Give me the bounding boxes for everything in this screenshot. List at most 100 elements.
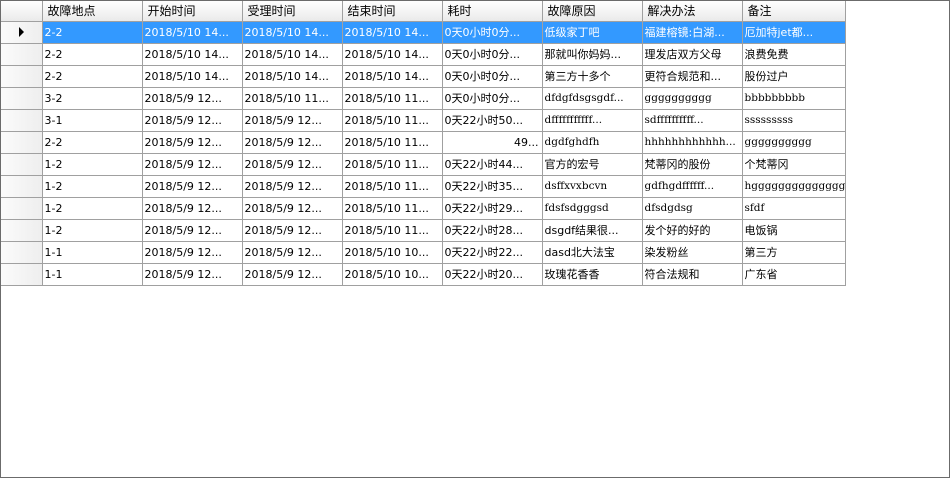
row-header[interactable]	[1, 263, 43, 286]
cell-place[interactable]: 2-2	[42, 131, 143, 154]
cell-accept[interactable]: 2018/5/10 14...	[242, 21, 343, 44]
row-header[interactable]	[1, 153, 43, 176]
cell-accept[interactable]: 2018/5/10 14...	[242, 43, 343, 66]
cell-place[interactable]: 2-2	[42, 65, 143, 88]
cell-place[interactable]: 2-2	[42, 43, 143, 66]
cell-end[interactable]: 2018/5/10 11...	[342, 175, 443, 198]
cell-cause[interactable]: dfdgfdsgsgdf...	[542, 87, 643, 110]
table-row[interactable]: 3-1 2018/5/9 12... 2018/5/9 12... 2018/5/10…	[1, 109, 847, 132]
cell-cause[interactable]: 那就叫你妈妈...	[542, 43, 643, 66]
column-header-start-time[interactable]: 开始时间	[142, 1, 243, 22]
column-header-cause[interactable]: 故障原因	[542, 1, 643, 22]
column-header-accept-time[interactable]: 受理时间	[242, 1, 343, 22]
cell-note[interactable]: hgggggggggggggg	[742, 175, 847, 198]
cell-start[interactable]: 2018/5/9 12...	[142, 241, 243, 264]
cell-elapsed[interactable]: 0天22小时28...	[442, 219, 543, 242]
cell-place[interactable]: 1-2	[42, 153, 143, 176]
cell-accept[interactable]: 2018/5/9 12...	[242, 263, 343, 286]
table-row[interactable]: 1-2 2018/5/9 12... 2018/5/9 12... 2018/5/10…	[1, 197, 847, 220]
row-header[interactable]	[1, 65, 43, 88]
cell-solution[interactable]: 更符合规范和...	[642, 65, 743, 88]
column-header-solution[interactable]: 解决办法	[642, 1, 743, 22]
cell-start[interactable]: 2018/5/9 12...	[142, 131, 243, 154]
cell-accept[interactable]: 2018/5/9 12...	[242, 241, 343, 264]
cell-elapsed[interactable]: 0天0小时0分...	[442, 65, 543, 88]
cell-end[interactable]: 2018/5/10 11...	[342, 153, 443, 176]
cell-place[interactable]: 1-1	[42, 241, 143, 264]
cell-solution[interactable]: gggggggggg	[642, 87, 743, 110]
cell-end[interactable]: 2018/5/10 10...	[342, 241, 443, 264]
cell-note[interactable]: 电饭锅	[742, 219, 847, 242]
cell-note[interactable]: sfdf	[742, 197, 847, 220]
cell-solution[interactable]: 福建榕镜:白湖...	[642, 21, 743, 44]
row-header[interactable]	[1, 219, 43, 242]
corner-header[interactable]	[1, 1, 43, 22]
cell-start[interactable]: 2018/5/10 14...	[142, 43, 243, 66]
column-header-place[interactable]: 故障地点	[42, 1, 143, 22]
cell-note[interactable]: 第三方	[742, 241, 847, 264]
cell-start[interactable]: 2018/5/10 14...	[142, 21, 243, 44]
table-row[interactable]: 1-2 2018/5/9 12... 2018/5/9 12... 2018/5/10…	[1, 153, 847, 176]
cell-end[interactable]: 2018/5/10 11...	[342, 87, 443, 110]
cell-place[interactable]: 3-1	[42, 109, 143, 132]
cell-place[interactable]: 1-2	[42, 175, 143, 198]
column-header-elapsed[interactable]: 耗时	[442, 1, 543, 22]
cell-accept[interactable]: 2018/5/9 12...	[242, 153, 343, 176]
cell-accept[interactable]: 2018/5/9 12...	[242, 197, 343, 220]
cell-note[interactable]: 厄加特jet都...	[742, 21, 847, 44]
cell-elapsed[interactable]: 0天0小时0分...	[442, 87, 543, 110]
column-header-end-time[interactable]: 结束时间	[342, 1, 443, 22]
cell-end[interactable]: 2018/5/10 14...	[342, 65, 443, 88]
cell-elapsed[interactable]: 0天22小时20...	[442, 263, 543, 286]
cell-solution[interactable]: 染发粉丝	[642, 241, 743, 264]
cell-elapsed[interactable]: 0天22小时22...	[442, 241, 543, 264]
cell-note[interactable]: 浪费免费	[742, 43, 847, 66]
cell-start[interactable]: 2018/5/10 14...	[142, 65, 243, 88]
cell-elapsed[interactable]: 0天22小时50...	[442, 109, 543, 132]
table-row[interactable]: 2-2 2018/5/10 14... 2018/5/10 14... 2018/5/…	[1, 65, 847, 88]
row-header[interactable]	[1, 21, 43, 44]
column-header-note[interactable]: 备注	[742, 1, 847, 22]
cell-note[interactable]: 股份过户	[742, 65, 847, 88]
cell-solution[interactable]: 符合法规和	[642, 263, 743, 286]
table-row[interactable]: 1-2 2018/5/9 12... 2018/5/9 12... 2018/5/10…	[1, 175, 847, 198]
cell-start[interactable]: 2018/5/9 12...	[142, 197, 243, 220]
cell-solution[interactable]: hhhhhhhhhhhh...	[642, 131, 743, 154]
cell-note[interactable]: 广东省	[742, 263, 847, 286]
cell-solution[interactable]: 梵蒂冈的股份	[642, 153, 743, 176]
cell-cause[interactable]: 玫瑰花香香	[542, 263, 643, 286]
cell-solution[interactable]: 发个好的好的	[642, 219, 743, 242]
cell-start[interactable]: 2018/5/9 12...	[142, 263, 243, 286]
cell-solution[interactable]: gdfhgdffffff...	[642, 175, 743, 198]
row-header[interactable]	[1, 43, 43, 66]
table-row[interactable]: 2-2 2018/5/10 14... 2018/5/10 14... 2018/5/…	[1, 43, 847, 66]
table-row[interactable]: 2-2 2018/5/10 14... 2018/5/10 14... 2018/5/…	[1, 21, 847, 44]
table-row[interactable]: 1-2 2018/5/9 12... 2018/5/9 12... 2018/5/10…	[1, 219, 847, 242]
cell-accept[interactable]: 2018/5/9 12...	[242, 175, 343, 198]
cell-cause[interactable]: dsgdf结果很...	[542, 219, 643, 242]
cell-note[interactable]: gggggggggg	[742, 131, 847, 154]
row-header[interactable]	[1, 197, 43, 220]
cell-cause[interactable]: 低级家丁吧	[542, 21, 643, 44]
cell-cause[interactable]: dfffffffffff...	[542, 109, 643, 132]
cell-place[interactable]: 1-2	[42, 197, 143, 220]
cell-cause[interactable]: 第三方十多个	[542, 65, 643, 88]
row-header[interactable]	[1, 241, 43, 264]
cell-cause[interactable]: dgdfghdfh	[542, 131, 643, 154]
cell-end[interactable]: 2018/5/10 14...	[342, 21, 443, 44]
cell-cause[interactable]: dasd北大法宝	[542, 241, 643, 264]
cell-start[interactable]: 2018/5/9 12...	[142, 219, 243, 242]
cell-elapsed[interactable]: 49...	[442, 131, 543, 154]
table-row[interactable]: 2-2 2018/5/9 12... 2018/5/9 12... 2018/5/10…	[1, 131, 847, 154]
cell-start[interactable]: 2018/5/9 12...	[142, 109, 243, 132]
cell-end[interactable]: 2018/5/10 10...	[342, 263, 443, 286]
row-header[interactable]	[1, 109, 43, 132]
cell-solution[interactable]: dfsdgdsg	[642, 197, 743, 220]
cell-accept[interactable]: 2018/5/10 14...	[242, 65, 343, 88]
cell-cause[interactable]: dsffxvxbcvn	[542, 175, 643, 198]
cell-end[interactable]: 2018/5/10 11...	[342, 131, 443, 154]
cell-place[interactable]: 3-2	[42, 87, 143, 110]
cell-note[interactable]: sssssssss	[742, 109, 847, 132]
row-header[interactable]	[1, 131, 43, 154]
cell-solution[interactable]: sdffffffffff...	[642, 109, 743, 132]
